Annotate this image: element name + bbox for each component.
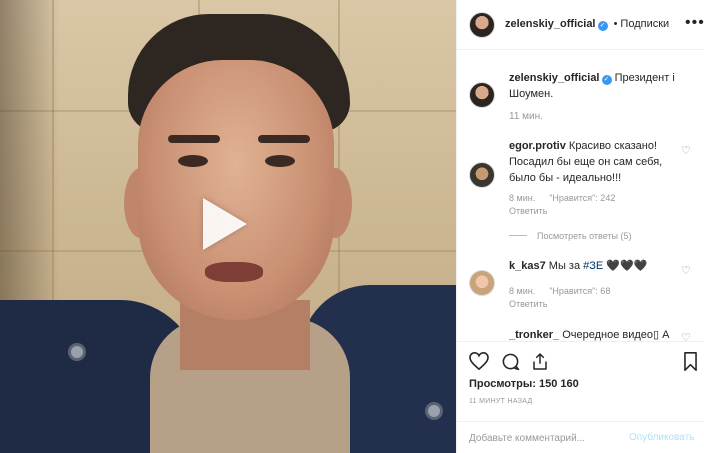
author-username[interactable]: zelenskiy_official — [505, 18, 596, 30]
comment-avatar[interactable] — [469, 162, 495, 188]
jacket-button — [68, 343, 86, 361]
reply-button[interactable]: Ответить — [509, 299, 547, 309]
comment-likes[interactable]: "Нравится": 68 — [549, 286, 610, 296]
comment-text: Очередное видео▯ А — [562, 329, 670, 341]
comment-composer: Опубликовать — [457, 421, 704, 453]
caption-time: 11 мин. — [509, 111, 543, 122]
play-icon[interactable] — [203, 198, 247, 250]
comment-icon[interactable] — [501, 352, 520, 371]
more-icon[interactable]: ••• — [685, 14, 704, 32]
heart-icon[interactable]: ♡ — [681, 331, 691, 341]
post-actions: Просмотры: 150 160 11 МИНУТ НАЗАД — [457, 341, 704, 421]
person-eyebrow — [258, 135, 310, 143]
author-avatar[interactable] — [469, 12, 495, 38]
views-value: 150 160 — [538, 378, 579, 390]
views-label: Просмотры: — [469, 378, 536, 390]
views-count: Просмотры: 150 160 — [469, 378, 579, 390]
reply-button[interactable]: Ответить — [509, 206, 547, 216]
person-eye — [265, 155, 295, 167]
caption-avatar[interactable] — [469, 82, 495, 108]
caption-username[interactable]: zelenskiy_official — [509, 72, 600, 84]
comment-username[interactable]: k_kas7 — [509, 260, 546, 272]
posted-time: 11 МИНУТ НАЗАД — [469, 398, 533, 405]
hashtag-link[interactable]: #ЗЕ — [583, 260, 603, 272]
person-eye — [178, 155, 208, 167]
following-button[interactable]: Подписки — [620, 18, 669, 30]
person-eyebrow — [168, 135, 220, 143]
header-separator: • — [613, 18, 618, 30]
caption: zelenskiy_official ✓ Президент і Шоумен. — [509, 70, 689, 102]
heart-icon[interactable]: ♡ — [681, 264, 691, 277]
comment-meta: 8 мин. "Нравится": 68 — [509, 286, 610, 296]
comment: k_kas7 Мы за #ЗЕ 🖤🖤🖤 — [509, 258, 679, 274]
comment-username[interactable]: _tronker_ — [509, 329, 559, 341]
comment-time: 8 мин. — [509, 193, 536, 203]
comment-text-prefix: Мы за — [548, 260, 584, 272]
comments-list: zelenskiy_official ✓ Президент і Шоумен. … — [457, 51, 704, 341]
verified-icon: ✓ — [601, 75, 612, 85]
view-replies-button[interactable]: Посмотреть ответы (5) — [509, 231, 632, 241]
heart-icon[interactable]: ♡ — [681, 144, 691, 157]
comment-likes[interactable]: "Нравится": 242 — [549, 193, 615, 203]
share-icon[interactable] — [531, 352, 549, 371]
jacket-button — [425, 402, 443, 420]
comment-input[interactable] — [469, 430, 619, 446]
view-replies-label: Посмотреть ответы (5) — [537, 231, 632, 241]
bookmark-icon[interactable] — [683, 352, 698, 371]
publish-button[interactable]: Опубликовать — [629, 432, 694, 443]
comment-meta: 8 мин. "Нравится": 242 — [509, 193, 615, 203]
comment-avatar[interactable] — [469, 270, 495, 296]
comment: egor.protiv Красиво сказано! Посадил бы … — [509, 138, 679, 186]
header-line: zelenskiy_official ✓ • Подписки — [505, 18, 669, 31]
comment-username[interactable]: egor.protiv — [509, 140, 566, 152]
person-mouth — [205, 262, 263, 282]
verified-icon: ✓ — [597, 21, 608, 31]
video-player[interactable] — [0, 0, 456, 453]
post-sidebar: zelenskiy_official ✓ • Подписки ••• zelens… — [456, 0, 704, 453]
comment-text-suffix: 🖤🖤🖤 — [603, 260, 648, 272]
comment-time: 8 мин. — [509, 286, 536, 296]
heart-icon[interactable] — [469, 352, 489, 370]
post-header: zelenskiy_official ✓ • Подписки ••• — [457, 0, 704, 50]
comment: _tronker_ Очередное видео▯ А — [509, 327, 679, 341]
